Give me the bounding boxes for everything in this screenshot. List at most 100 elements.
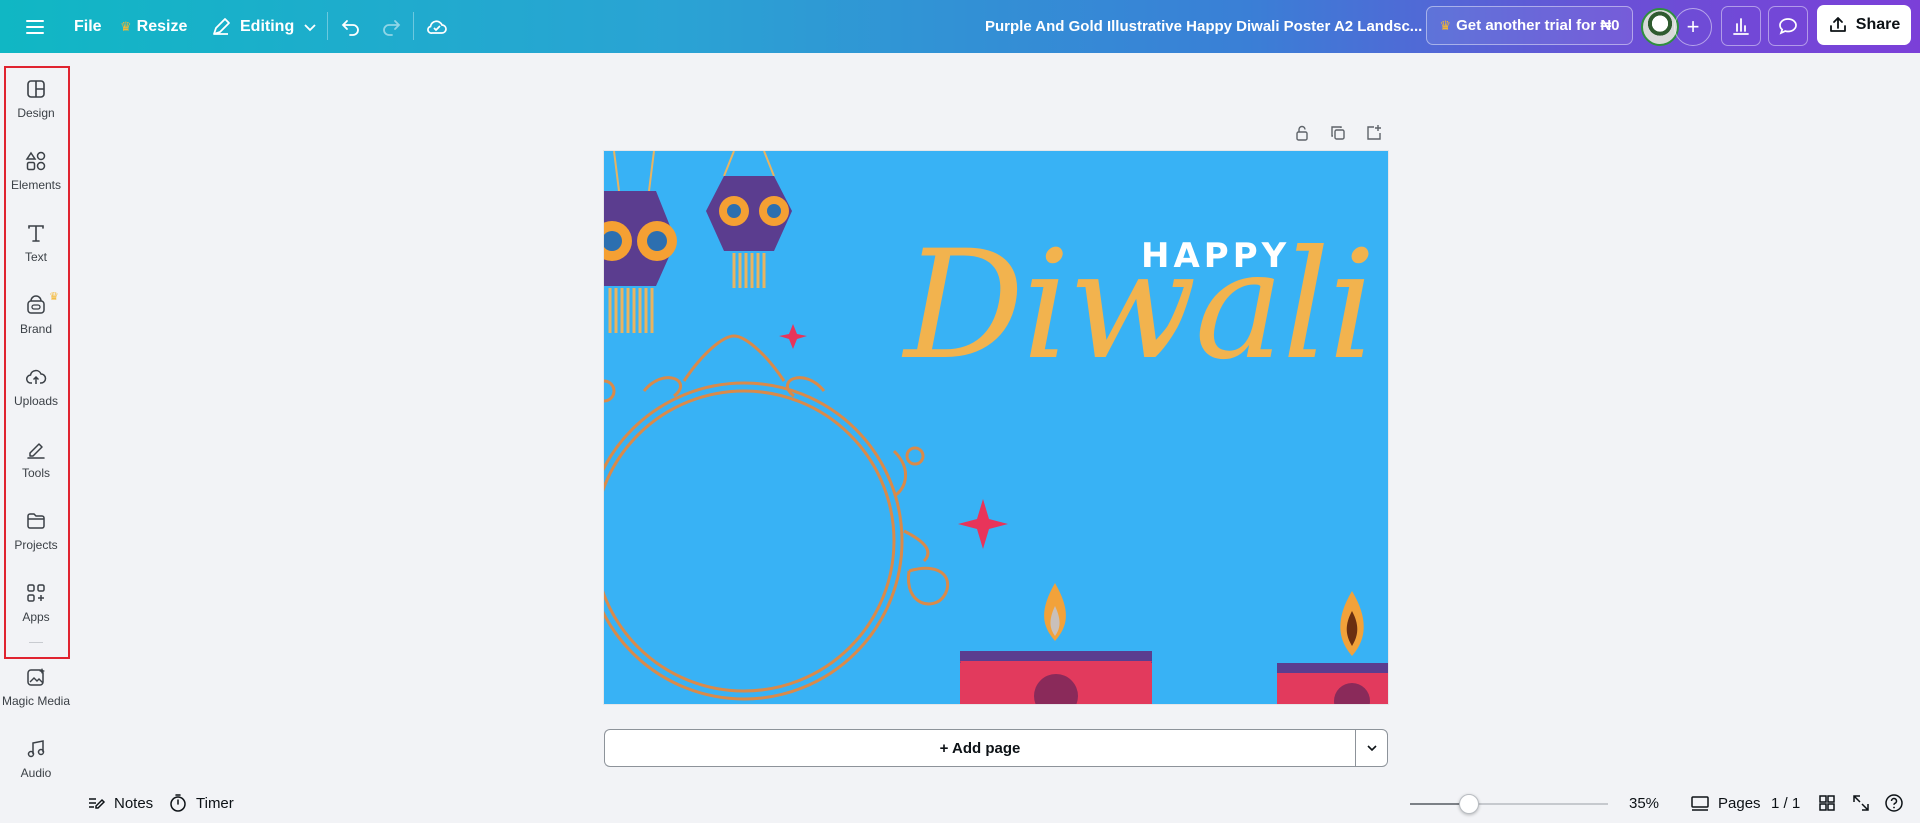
lock-icon bbox=[1296, 125, 1308, 141]
magic-media-icon bbox=[27, 668, 45, 686]
resize-button[interactable]: ♛ Resize bbox=[120, 0, 187, 53]
pages-button[interactable]: Pages bbox=[1690, 790, 1761, 816]
toolbar-divider bbox=[413, 12, 414, 40]
help-icon bbox=[1885, 794, 1903, 812]
share-button[interactable]: Share bbox=[1817, 5, 1911, 45]
diya-lamp bbox=[960, 583, 1152, 704]
add-page-options-button[interactable] bbox=[1355, 729, 1388, 767]
sidebar-item-label: Uploads bbox=[13, 394, 59, 408]
comment-icon bbox=[1779, 18, 1797, 35]
chevron-down-icon bbox=[304, 23, 316, 31]
text-icon bbox=[28, 225, 44, 242]
sidebar-item-label: Projects bbox=[14, 538, 58, 552]
comments-button[interactable] bbox=[1768, 6, 1808, 46]
notes-label: Notes bbox=[114, 794, 154, 812]
ornament-frame bbox=[604, 334, 950, 701]
lantern-decoration bbox=[604, 151, 677, 333]
pages-icon bbox=[1691, 796, 1709, 811]
tools-icon bbox=[27, 443, 45, 459]
sidebar-item-label: Magic Media bbox=[1, 694, 71, 708]
add-page-label: + Add page bbox=[939, 739, 1021, 757]
plus-icon: + bbox=[1686, 14, 1700, 39]
notes-icon bbox=[89, 798, 106, 809]
star-decoration bbox=[779, 324, 807, 349]
sidebar-item-design[interactable]: Design bbox=[0, 66, 72, 138]
sidebar-item-uploads[interactable]: Uploads bbox=[0, 354, 72, 426]
left-sidebar: Design Elements Text ♛ Brand Uploads Too… bbox=[0, 53, 72, 823]
add-page-above-button[interactable] bbox=[1362, 121, 1386, 145]
help-button[interactable] bbox=[1884, 790, 1904, 816]
resize-label: Resize bbox=[136, 17, 188, 35]
file-menu-label: File bbox=[74, 17, 102, 35]
add-page-button[interactable]: + Add page bbox=[604, 729, 1355, 767]
sidebar-item-tools[interactable]: Tools bbox=[0, 426, 72, 498]
sidebar-item-text[interactable]: Text bbox=[0, 210, 72, 282]
lock-page-button[interactable] bbox=[1290, 121, 1314, 145]
sidebar-item-magic-media[interactable]: Magic Media bbox=[0, 654, 72, 726]
diwali-heading-text[interactable]: Diwali bbox=[904, 231, 1376, 381]
share-upload-icon bbox=[1829, 17, 1846, 32]
crown-icon: ♛ bbox=[1439, 17, 1452, 33]
pages-label: Pages bbox=[1718, 794, 1761, 812]
page-count-label: 1 / 1 bbox=[1771, 794, 1801, 812]
file-menu-button[interactable]: File bbox=[74, 0, 102, 53]
duplicate-icon bbox=[1331, 126, 1345, 140]
notes-button[interactable]: Notes bbox=[86, 790, 153, 816]
happy-heading-text[interactable]: HAPPY bbox=[1141, 236, 1290, 276]
top-bar: File ♛ Resize Editing Purple And Gold Il… bbox=[0, 0, 1920, 53]
grid-view-button[interactable] bbox=[1817, 790, 1837, 816]
redo-icon bbox=[383, 19, 401, 36]
hamburger-menu-icon bbox=[26, 19, 44, 34]
duplicate-page-button[interactable] bbox=[1326, 121, 1350, 145]
add-collaborator-button[interactable]: + bbox=[1674, 8, 1712, 46]
lantern-decoration bbox=[706, 151, 792, 288]
sidebar-item-label: Elements bbox=[10, 178, 62, 192]
sidebar-divider bbox=[29, 642, 43, 643]
timer-label: Timer bbox=[196, 794, 234, 812]
design-icon bbox=[27, 80, 45, 98]
sidebar-item-label: Tools bbox=[21, 466, 50, 480]
sidebar-item-brand[interactable]: ♛ Brand bbox=[0, 282, 72, 354]
projects-folder-icon bbox=[27, 513, 45, 529]
sidebar-item-label: Text bbox=[24, 250, 47, 264]
zoom-level-button[interactable]: 35% bbox=[1629, 790, 1659, 816]
insights-button[interactable] bbox=[1721, 6, 1761, 46]
sidebar-item-label: Audio bbox=[20, 766, 52, 780]
timer-icon bbox=[170, 794, 186, 812]
save-status-button[interactable] bbox=[425, 0, 449, 53]
fullscreen-button[interactable] bbox=[1851, 790, 1871, 816]
brand-icon bbox=[27, 295, 45, 314]
sidebar-item-elements[interactable]: Elements bbox=[0, 138, 72, 210]
trial-button[interactable]: ♛ Get another trial for ₦0 bbox=[1426, 6, 1633, 45]
cloud-check-icon bbox=[427, 19, 447, 34]
sidebar-item-audio[interactable]: Audio bbox=[0, 726, 72, 798]
timer-button[interactable]: Timer bbox=[168, 790, 234, 816]
editing-mode-dropdown[interactable]: Editing bbox=[210, 0, 317, 53]
star-decoration bbox=[958, 499, 1008, 549]
uploads-icon bbox=[26, 369, 47, 384]
expand-icon bbox=[1853, 795, 1869, 811]
sidebar-item-label: Apps bbox=[22, 610, 50, 624]
toolbar-divider bbox=[327, 12, 328, 40]
sidebar-item-projects[interactable]: Projects bbox=[0, 498, 72, 570]
zoom-slider-thumb[interactable] bbox=[1459, 794, 1480, 814]
elements-icon bbox=[25, 151, 46, 171]
design-canvas[interactable]: Diwali HAPPY bbox=[604, 151, 1388, 704]
sidebar-item-label: Design bbox=[17, 106, 55, 120]
trial-label: Get another trial for ₦0 bbox=[1456, 17, 1620, 34]
undo-button[interactable] bbox=[340, 0, 362, 53]
page-counter: 1 / 1 bbox=[1771, 790, 1800, 816]
sidebar-item-apps[interactable]: Apps bbox=[0, 570, 72, 642]
main-menu-button[interactable] bbox=[24, 0, 46, 53]
add-page-icon bbox=[1367, 125, 1381, 140]
document-title[interactable]: Purple And Gold Illustrative Happy Diwal… bbox=[985, 0, 1422, 53]
chevron-down-icon bbox=[1366, 745, 1377, 752]
audio-music-icon bbox=[27, 740, 45, 758]
zoom-slider[interactable] bbox=[1410, 794, 1608, 814]
apps-icon bbox=[27, 584, 45, 602]
crown-icon: ♛ bbox=[120, 18, 132, 34]
crown-icon: ♛ bbox=[49, 291, 59, 303]
redo-button[interactable] bbox=[380, 0, 402, 53]
zoom-level-label: 35% bbox=[1629, 794, 1660, 812]
undo-icon bbox=[341, 19, 359, 36]
